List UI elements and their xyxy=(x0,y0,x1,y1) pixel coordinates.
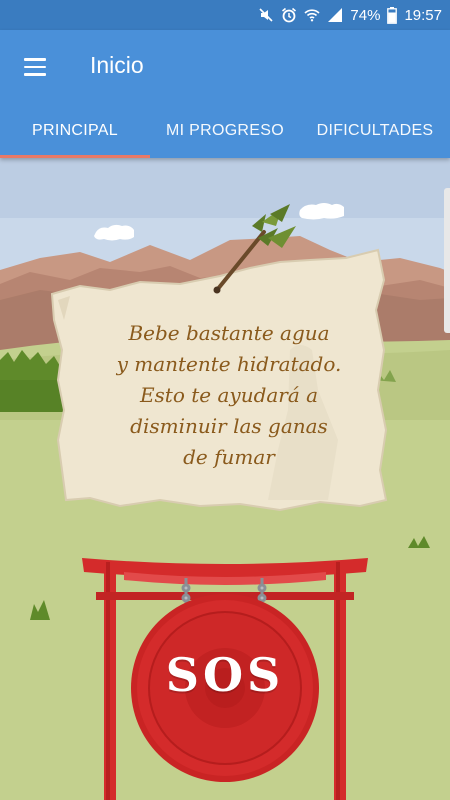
tip-line: y mantente hidratado. xyxy=(116,352,342,376)
wifi-icon xyxy=(304,9,320,22)
tip-text: Bebe bastante agua y mantente hidratado.… xyxy=(98,318,360,473)
sos-button[interactable]: SOS xyxy=(132,648,318,702)
tab-mi-progreso[interactable]: MI PROGRESO xyxy=(150,104,300,158)
tab-dificultades[interactable]: DIFICULTADES xyxy=(300,104,450,158)
hamburger-menu-icon[interactable] xyxy=(18,50,52,84)
tip-line: Esto te ayudará a xyxy=(139,383,319,407)
main-scene xyxy=(0,158,450,800)
clock: 19:57 xyxy=(404,6,442,24)
mute-icon xyxy=(259,8,273,22)
alarm-icon xyxy=(282,7,297,23)
battery-percentage: 74% xyxy=(350,6,381,24)
tip-line: disminuir las ganas xyxy=(130,414,328,438)
tab-bar: PRINCIPAL MI PROGRESO DIFICULTADES xyxy=(0,104,450,158)
signal-icon xyxy=(328,8,343,22)
scene-illustration xyxy=(0,158,450,800)
tip-line: Bebe bastante agua xyxy=(128,321,330,345)
page-title: Inicio xyxy=(90,52,144,78)
side-drawer-handle[interactable] xyxy=(444,188,450,333)
tab-principal[interactable]: PRINCIPAL xyxy=(0,104,150,158)
status-bar: 74% 19:57 xyxy=(0,0,450,30)
tip-line: de fumar xyxy=(183,445,275,469)
battery-icon xyxy=(387,6,398,24)
app-bar: Inicio PRINCIPAL MI PROGRESO DIFICULTADE… xyxy=(0,30,450,158)
